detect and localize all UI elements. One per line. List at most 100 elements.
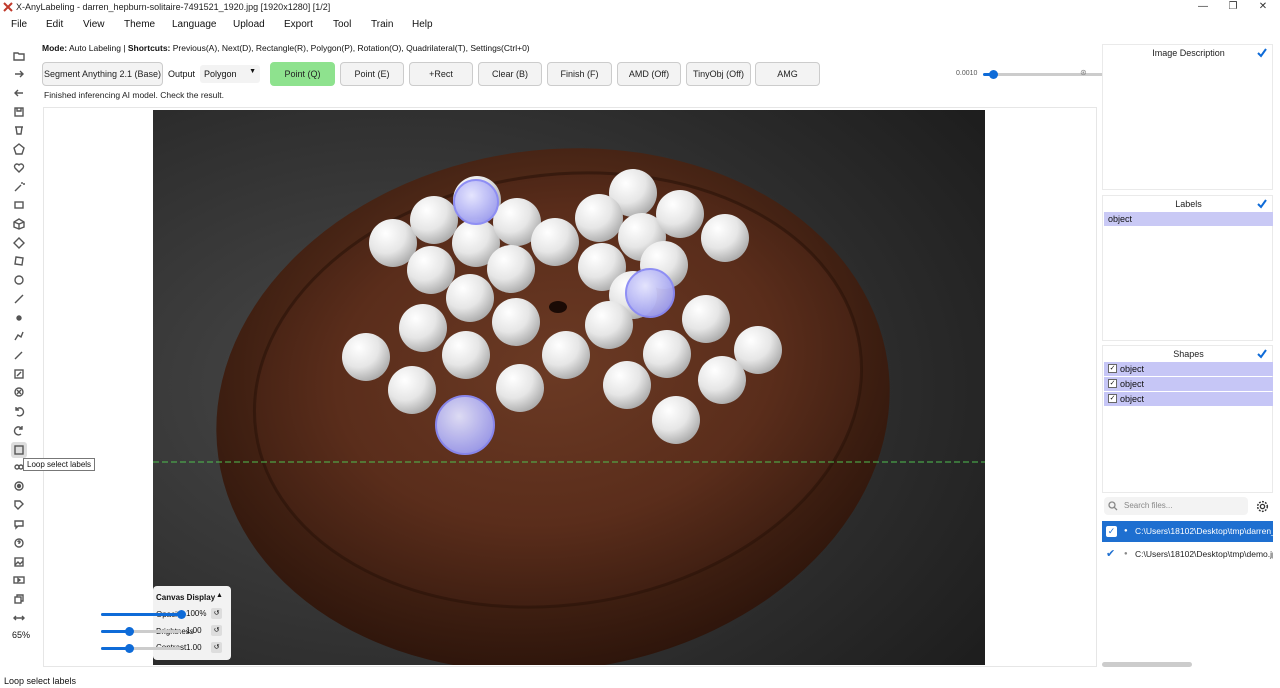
segmented-object-mask[interactable] — [453, 179, 499, 225]
threshold-slider-track[interactable] — [993, 73, 1111, 76]
point-positive-button[interactable]: Point (Q) — [270, 62, 335, 86]
threshold-slider-knob[interactable] — [989, 70, 998, 79]
cancel-icon[interactable] — [12, 385, 26, 399]
finish-button[interactable]: Finish (F) — [547, 62, 612, 86]
amg-button[interactable]: AMG — [755, 62, 820, 86]
quad-icon[interactable] — [12, 254, 26, 268]
marble — [682, 295, 730, 343]
amd-toggle-button[interactable]: AMD (Off) — [617, 62, 681, 86]
zoom-level[interactable]: 65% — [12, 630, 30, 640]
ai-icon[interactable] — [12, 479, 26, 493]
fit-width-icon[interactable] — [12, 611, 26, 625]
clear-button[interactable]: Clear (B) — [478, 62, 542, 86]
segmented-object-mask[interactable] — [625, 268, 675, 318]
magic-wand-icon[interactable] — [12, 180, 26, 194]
menu-help[interactable]: Help — [412, 19, 433, 30]
contrast-reset-icon[interactable]: ↺ — [211, 642, 222, 653]
marble — [643, 330, 691, 378]
heart-icon[interactable] — [12, 161, 26, 175]
checkbox-checked-icon[interactable]: ✓ — [1108, 394, 1117, 403]
menu-theme[interactable]: Theme — [124, 19, 155, 30]
circle-icon[interactable] — [12, 273, 26, 287]
title-bar: X-AnyLabeling - darren_hepburn-solitaire… — [0, 0, 1280, 14]
horizontal-scrollbar[interactable] — [1102, 662, 1192, 667]
segmented-object-mask[interactable] — [435, 395, 495, 455]
checkbox-checked-icon[interactable]: ✓ — [1108, 364, 1117, 373]
dot-icon: ● — [1124, 528, 1128, 534]
rectangle-icon[interactable] — [12, 198, 26, 212]
brightness-reset-icon[interactable]: ↺ — [211, 625, 222, 636]
collapse-icon[interactable]: ▲ — [216, 592, 223, 599]
image-icon[interactable] — [12, 555, 26, 569]
delete-icon[interactable] — [12, 123, 26, 137]
redo-icon[interactable] — [12, 423, 26, 437]
undo-icon[interactable] — [12, 404, 26, 418]
prev-icon[interactable] — [12, 86, 26, 100]
check-icon[interactable] — [1257, 48, 1267, 58]
file-item-selected[interactable]: ✓ ● C:\Users\18102\Desktop\tmp\darren_he… — [1102, 521, 1273, 542]
output-select[interactable]: Polygon ▼ — [200, 65, 260, 83]
right-panel: Image Description Labels object Shapes ✓… — [1102, 44, 1273, 668]
point-negative-button[interactable]: Point (E) — [340, 62, 404, 86]
shortcuts-label: Shortcuts: — [127, 43, 171, 53]
menu-edit[interactable]: Edit — [46, 19, 63, 30]
checkbox-checked-icon[interactable]: ✓ — [1106, 526, 1117, 537]
tooltip: Loop select labels — [23, 458, 96, 471]
file-item[interactable]: ✔ ● C:\Users\18102\Desktop\tmp\demo.jpg — [1102, 544, 1273, 565]
threshold-reset-icon[interactable]: ⊛ — [1080, 68, 1087, 77]
shortcuts-value: Previous(A), Next(D), Rectangle(R), Poly… — [172, 43, 530, 53]
image-canvas[interactable] — [153, 110, 985, 665]
rotation-icon[interactable] — [12, 236, 26, 250]
polygon-icon[interactable] — [12, 142, 26, 156]
marble — [542, 331, 590, 379]
menu-tool[interactable]: Tool — [333, 19, 351, 30]
window-title: X-AnyLabeling - darren_hepburn-solitaire… — [16, 2, 331, 12]
label-item[interactable]: object — [1104, 212, 1273, 226]
shape-item[interactable]: ✓ object — [1104, 392, 1273, 406]
save-icon[interactable] — [12, 105, 26, 119]
loop-select-icon[interactable] — [11, 442, 27, 458]
shape-item[interactable]: ✓ object — [1104, 362, 1273, 376]
help-icon[interactable] — [12, 536, 26, 550]
file-search-input[interactable]: Search files... — [1104, 497, 1248, 515]
copy-icon[interactable] — [12, 592, 26, 606]
tinyobj-toggle-button[interactable]: TinyObj (Off) — [686, 62, 751, 86]
menu-view[interactable]: View — [83, 19, 105, 30]
shape-item[interactable]: ✓ object — [1104, 377, 1273, 391]
marble — [399, 304, 447, 352]
next-icon[interactable] — [12, 67, 26, 81]
add-rect-button[interactable]: +Rect — [409, 62, 473, 86]
menu-upload[interactable]: Upload — [233, 19, 265, 30]
edit-icon[interactable] — [12, 367, 26, 381]
point-icon[interactable] — [12, 311, 26, 325]
opacity-slider-knob[interactable] — [177, 610, 186, 619]
minimize-button[interactable]: — — [1194, 1, 1212, 13]
gear-icon[interactable] — [1256, 500, 1269, 513]
mode-value: Auto Labeling | — [68, 43, 126, 53]
tag-icon[interactable] — [12, 498, 26, 512]
menu-train[interactable]: Train — [371, 19, 393, 30]
video-icon[interactable] — [12, 573, 26, 587]
opacity-slider-fill — [101, 613, 181, 616]
check-icon[interactable] — [1257, 349, 1267, 359]
menu-export[interactable]: Export — [284, 19, 313, 30]
model-select[interactable]: Segment Anything 2.1 (Base) — [42, 62, 163, 86]
check-icon[interactable] — [1257, 199, 1267, 209]
marble — [388, 366, 436, 414]
contrast-slider-knob[interactable] — [125, 644, 134, 653]
maximize-button[interactable]: ❐ — [1224, 1, 1242, 13]
line-icon[interactable] — [12, 292, 26, 306]
menu-file[interactable]: File — [11, 19, 27, 30]
brush-icon[interactable] — [12, 348, 26, 362]
close-button[interactable]: ✕ — [1254, 1, 1272, 13]
check-icon[interactable]: ✔ — [1106, 544, 1115, 565]
checkbox-checked-icon[interactable]: ✓ — [1108, 379, 1117, 388]
open-folder-icon[interactable] — [12, 49, 26, 63]
brightness-slider-knob[interactable] — [125, 627, 134, 636]
menu-language[interactable]: Language — [172, 19, 217, 30]
cube-icon[interactable] — [12, 217, 26, 231]
opacity-reset-icon[interactable]: ↺ — [211, 608, 222, 619]
chat-icon[interactable] — [12, 517, 26, 531]
output-label: Output — [168, 69, 196, 79]
linestrip-icon[interactable] — [12, 329, 26, 343]
